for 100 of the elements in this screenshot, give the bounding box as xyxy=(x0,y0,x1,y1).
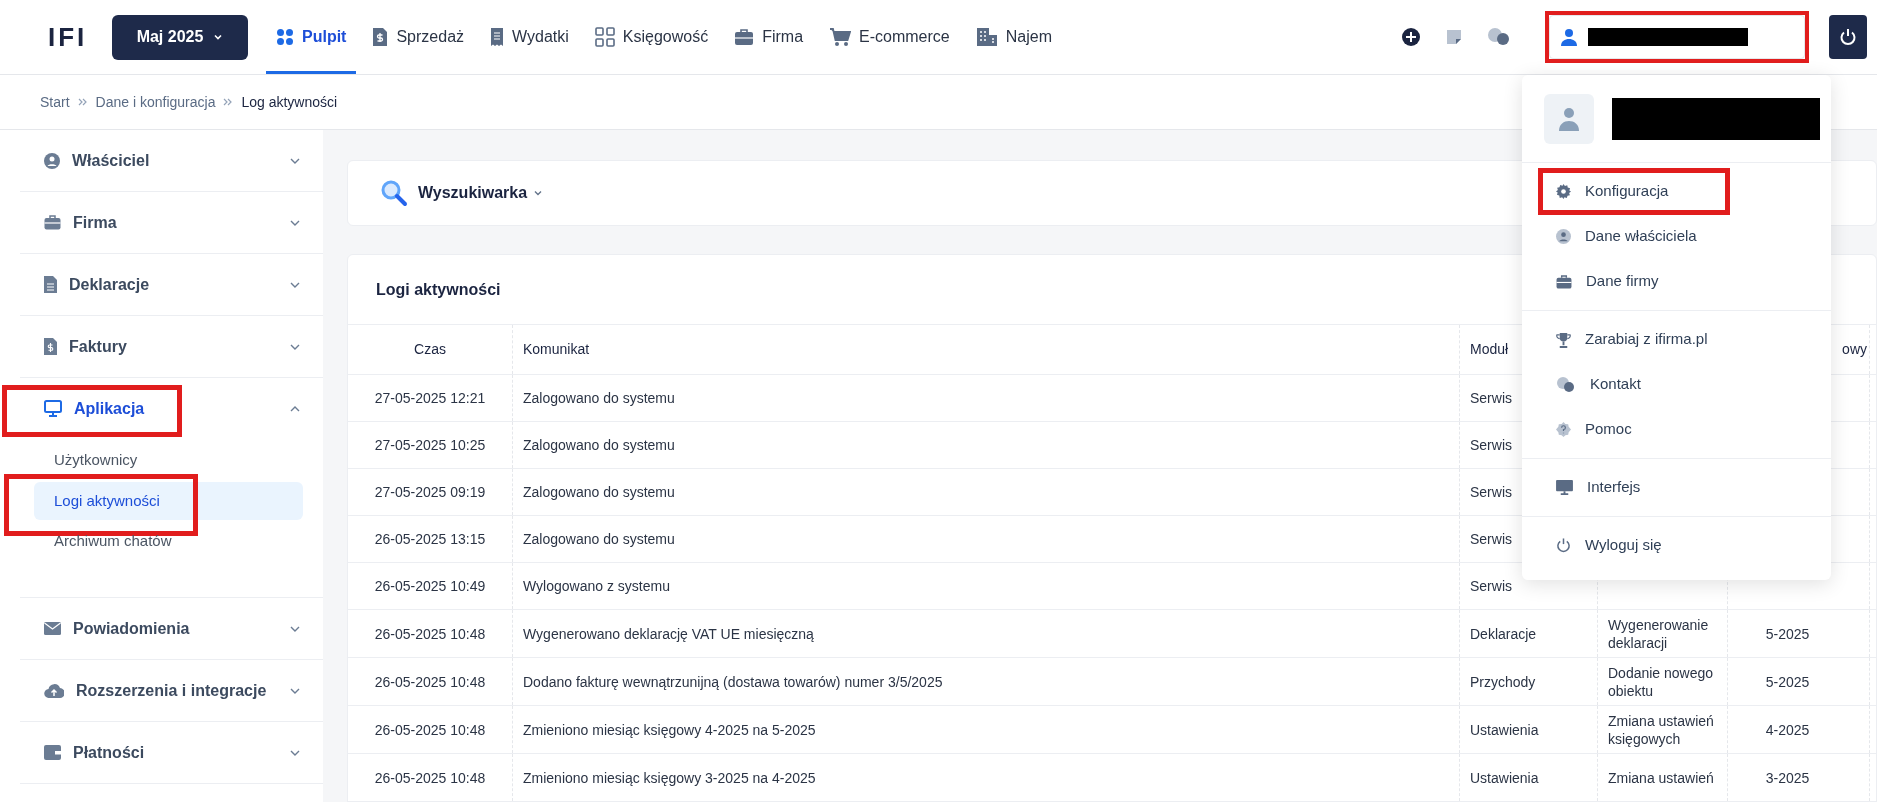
user-circle-icon xyxy=(44,152,60,169)
menu-item[interactable]: Dane właściciela xyxy=(1556,218,1697,255)
receipt-icon xyxy=(490,27,505,47)
trophy-icon xyxy=(1556,331,1571,348)
menu-item[interactable]: Dane firmy xyxy=(1556,263,1659,300)
sidebar-item[interactable]: Deklaracje xyxy=(20,254,323,315)
month-button[interactable]: Maj 2025 xyxy=(112,14,248,60)
nav-tab[interactable]: E-commerce xyxy=(819,0,960,74)
document-icon xyxy=(44,276,57,293)
envelope-icon xyxy=(44,622,61,635)
table-cell: Dodano fakturę wewnątrzunijną (dostawa towarów) numer 3/5/2025 xyxy=(523,672,943,691)
menu-item[interactable]: Pomoc xyxy=(1556,411,1632,448)
monitor-icon xyxy=(44,400,62,417)
search-icon xyxy=(380,179,408,207)
table-cell: Serwis xyxy=(1470,530,1512,548)
column-header[interactable]: Czas xyxy=(414,339,446,360)
table-cell: Deklaracje xyxy=(1470,624,1537,643)
table-cell-text: Zmiana ustawień księgowych xyxy=(1608,711,1715,748)
table-cell: 5-2025 xyxy=(1765,624,1810,643)
table-cell: 26-05-2025 10:48 xyxy=(374,768,486,787)
menu-item[interactable]: Wyloguj się xyxy=(1556,527,1662,564)
note-icon[interactable] xyxy=(1445,28,1463,46)
wallet-icon xyxy=(44,745,61,760)
power-button[interactable] xyxy=(1829,15,1867,59)
sidebar-item[interactable]: Płatności xyxy=(20,722,323,783)
nav-tab[interactable]: Najem xyxy=(965,0,1062,74)
nav-tab[interactable]: Sprzedaż xyxy=(362,0,475,74)
invoice-icon xyxy=(372,27,389,47)
table-cell: 26-05-2025 10:48 xyxy=(374,672,486,691)
chat-icon[interactable] xyxy=(1487,27,1511,47)
table-cell: 5-2025 xyxy=(1765,672,1810,691)
sidebar-item[interactable]: Aplikacja xyxy=(20,378,323,439)
caret-icon xyxy=(213,32,224,42)
table-cell: Zmiana ustawień xyxy=(1608,768,1714,787)
table-cell: Serwis xyxy=(1470,483,1512,501)
table-cell: Wylogowano z systemu xyxy=(523,577,670,595)
table-cell-text: Dodanie nowego obiektu xyxy=(1608,663,1715,700)
sidebar-item[interactable]: Właściciel xyxy=(20,130,323,191)
nav-tab[interactable]: Firma xyxy=(724,0,814,74)
table-cell: 26-05-2025 13:15 xyxy=(374,530,486,548)
sidebar-subitem[interactable]: Logi aktywności xyxy=(34,482,303,520)
sidebar-item[interactable]: Faktury xyxy=(20,316,323,377)
sidebar-item[interactable]: Rozszerzenia i integracje xyxy=(20,660,323,721)
table-cell: Zalogowano do systemu xyxy=(523,530,675,548)
gear-icon xyxy=(1556,184,1571,199)
menu-item[interactable]: Kontakt xyxy=(1556,366,1641,403)
table-cell: 26-05-2025 10:49 xyxy=(374,577,486,595)
table-cell: 26-05-2025 10:48 xyxy=(374,720,486,739)
table-cell: Ustawienia xyxy=(1470,720,1539,739)
user-icon xyxy=(1558,106,1580,131)
menu-item[interactable]: Konfiguracja xyxy=(1556,173,1669,210)
table-cell: 27-05-2025 10:25 xyxy=(374,436,486,454)
table-cell: Zalogowano do systemu xyxy=(523,436,675,454)
table-cell: 3-2025 xyxy=(1765,768,1810,787)
cloud-upload-icon xyxy=(44,683,64,698)
table-cell: Serwis xyxy=(1470,389,1512,407)
column-header[interactable]: owy xyxy=(1842,339,1867,360)
power-icon xyxy=(1556,538,1571,553)
monitor-icon xyxy=(1556,480,1573,495)
nav-tab[interactable]: Wydatki xyxy=(480,0,579,74)
sidebar-item[interactable]: Powiadomienia xyxy=(20,598,323,659)
nav-tab[interactable]: Księgowość xyxy=(584,0,719,74)
caret-icon xyxy=(533,188,544,198)
user-icon xyxy=(1560,28,1578,46)
table-cell: 26-05-2025 10:48 xyxy=(374,624,486,643)
column-header[interactable]: Komunikat xyxy=(523,339,590,360)
breadcrumb-current: Log aktywności xyxy=(241,92,338,112)
table-cell: Ustawienia xyxy=(1470,768,1539,787)
power-icon xyxy=(1839,28,1857,46)
briefcase-icon xyxy=(734,28,755,46)
table-cell: 4-2025 xyxy=(1765,720,1810,739)
user-circle-icon xyxy=(1556,229,1571,244)
column-header[interactable]: Moduł xyxy=(1470,339,1509,360)
building-icon xyxy=(975,27,998,47)
cart-icon xyxy=(829,27,852,47)
chevrons-icon xyxy=(77,97,88,107)
sidebar-item[interactable]: Firma xyxy=(20,192,323,253)
table-cell: Zmieniono miesiąc księgowy 3-2025 na 4-2025 xyxy=(523,768,816,787)
sidebar-subitem[interactable]: Użytkownicy xyxy=(34,441,303,480)
help-icon xyxy=(1556,422,1571,437)
table-cell: Wygenerowano deklarację VAT UE miesięczną xyxy=(523,624,814,643)
breadcrumb-link[interactable]: Start xyxy=(40,91,70,113)
table-cell: Serwis xyxy=(1470,436,1512,454)
breadcrumb-link[interactable]: Dane i konfiguracja xyxy=(95,91,216,113)
table-cell: Zalogowano do systemu xyxy=(523,389,675,407)
table-cell: Zmieniono miesiąc księgowy 4-2025 na 5-2025 xyxy=(523,720,816,739)
table-cell: Przychody xyxy=(1470,672,1536,691)
calculator-icon xyxy=(594,27,615,47)
chat-icon xyxy=(1556,376,1576,393)
menu-item[interactable]: Interfejs xyxy=(1556,469,1641,506)
add-icon[interactable] xyxy=(1401,27,1421,47)
table-cell: 27-05-2025 09:19 xyxy=(374,483,486,501)
dots-icon xyxy=(276,28,294,46)
briefcase-icon xyxy=(44,215,61,230)
search-toggle[interactable]: Wyszukiwarka xyxy=(418,181,544,205)
table-cell: 27-05-2025 12:21 xyxy=(374,389,486,407)
logo[interactable]: IFI xyxy=(48,17,88,57)
chevrons-icon xyxy=(223,97,234,107)
briefcase-icon xyxy=(1556,274,1572,289)
sidebar-subitem[interactable]: Archiwum chatów xyxy=(34,522,303,561)
